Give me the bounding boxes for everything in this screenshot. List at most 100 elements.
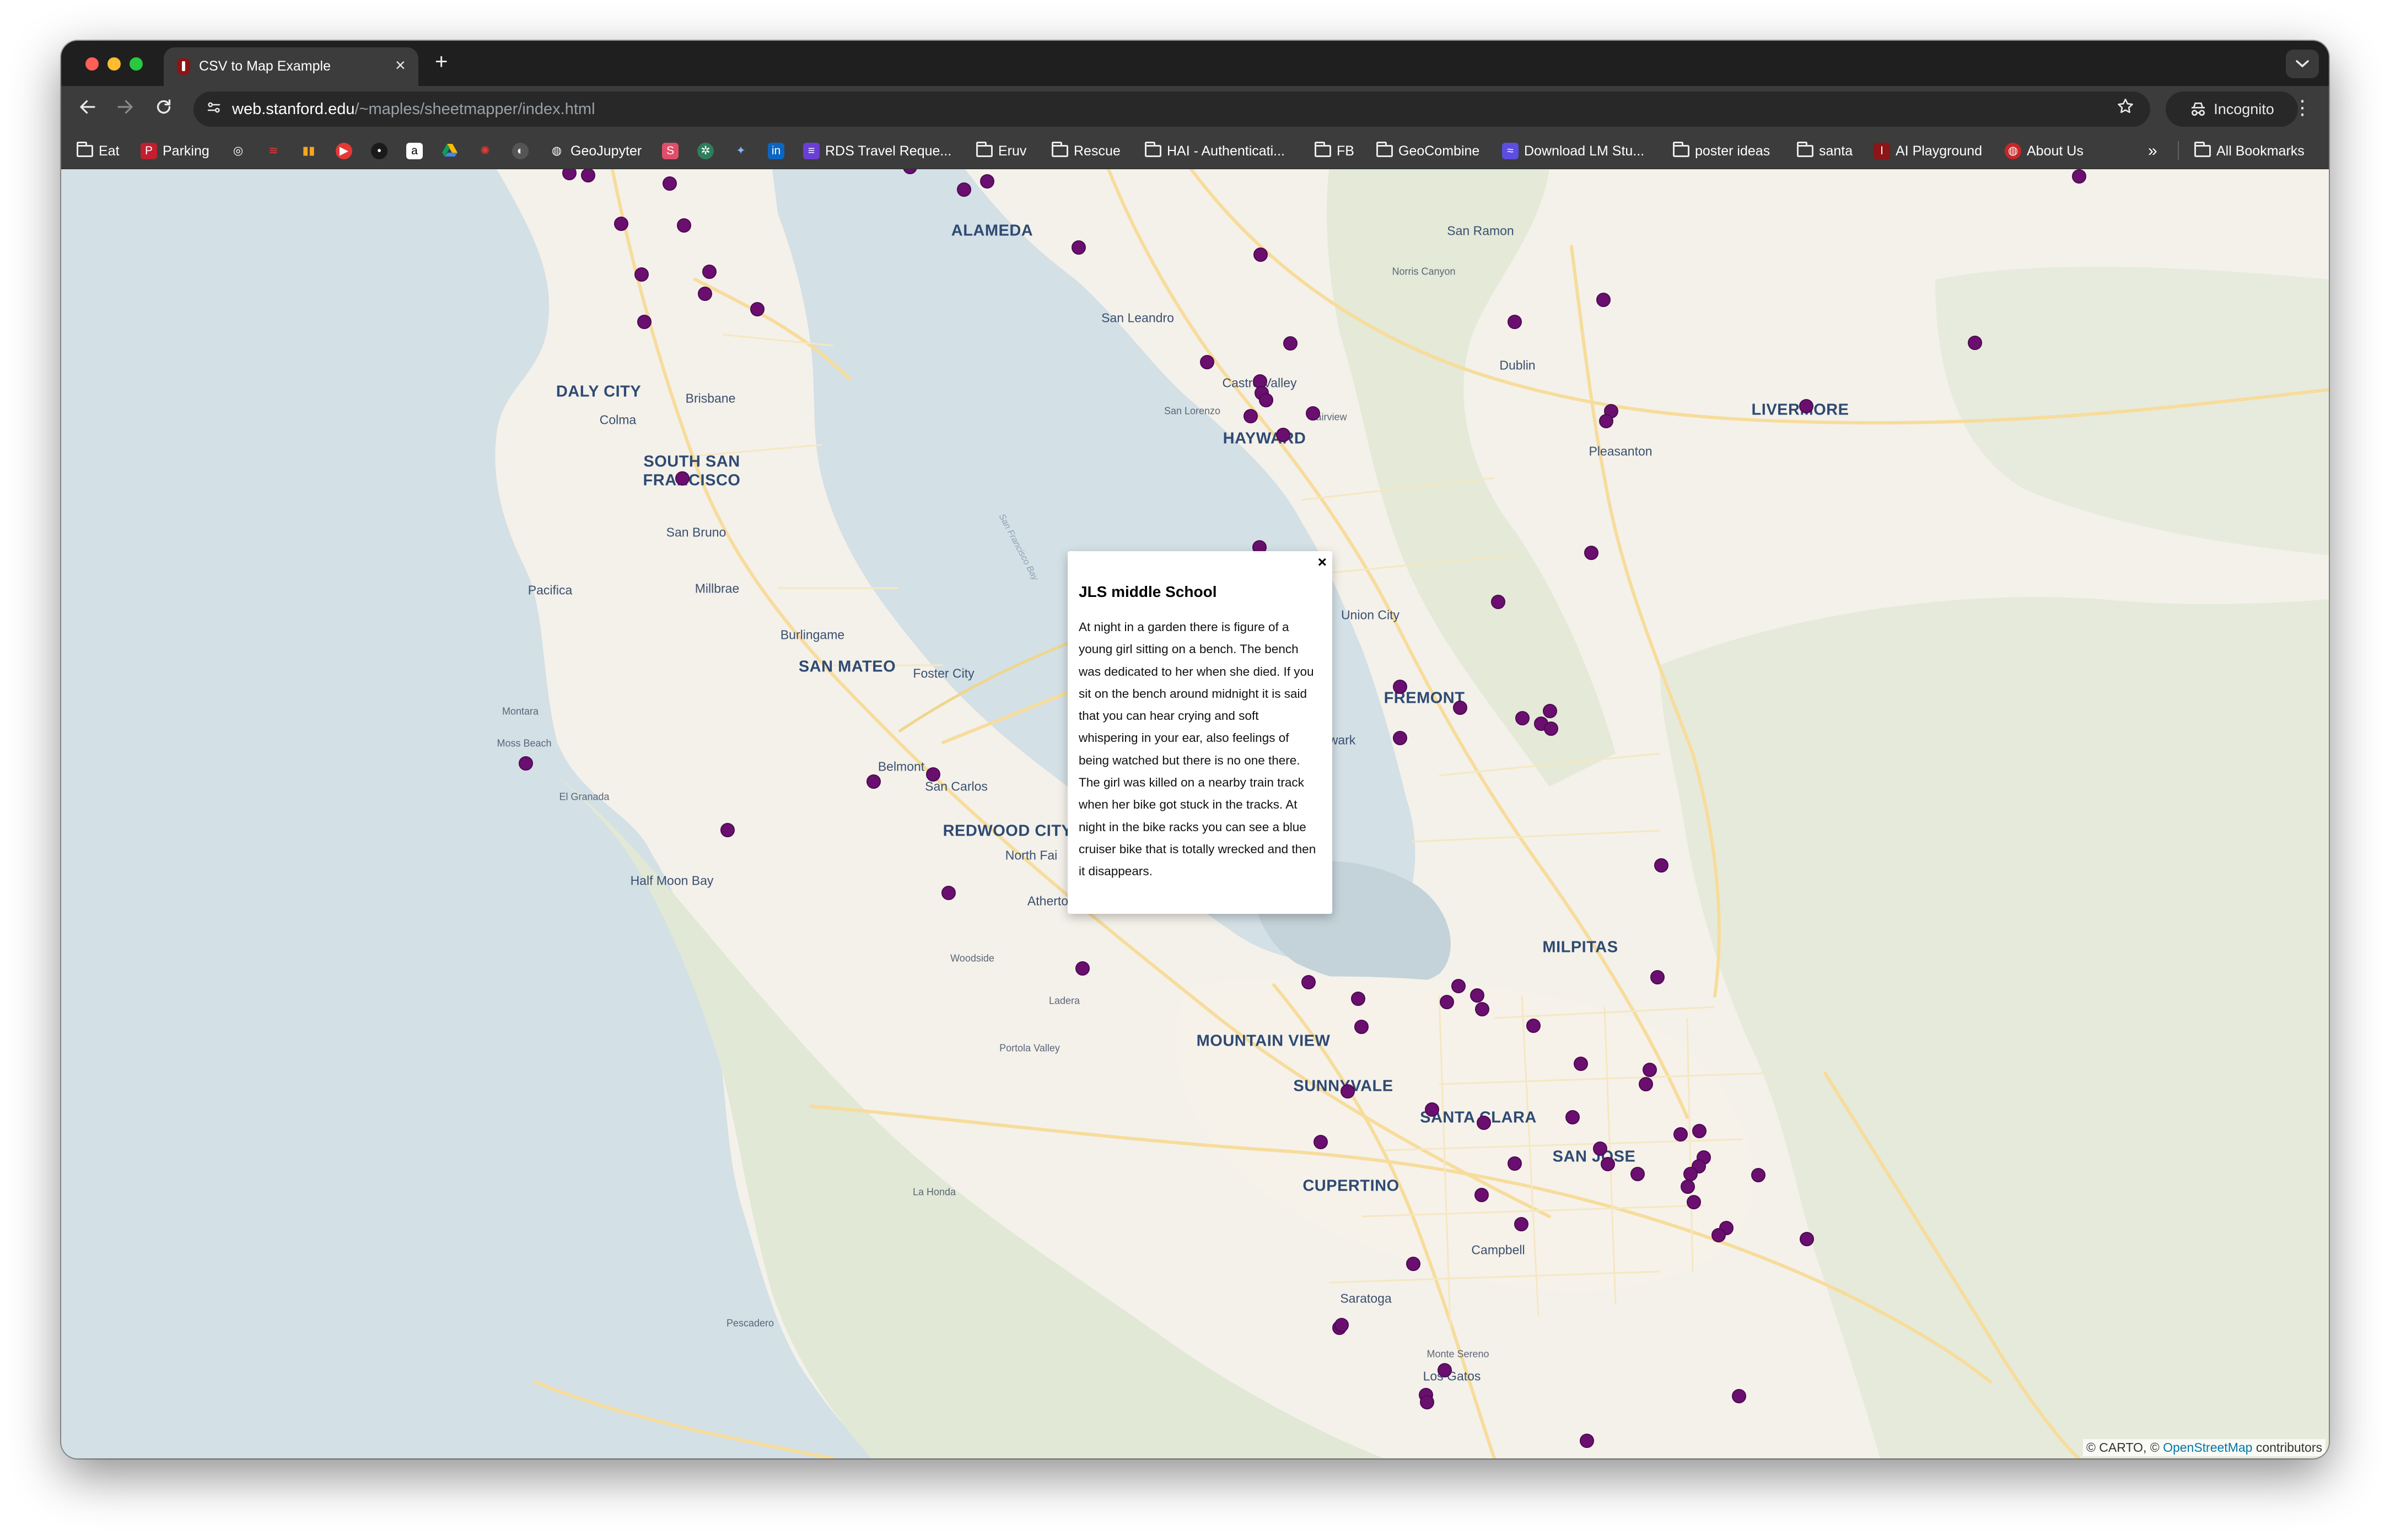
map-marker[interactable] — [1543, 704, 1557, 718]
map-marker[interactable] — [980, 174, 994, 189]
map-marker[interactable] — [1072, 240, 1086, 255]
map-marker[interactable] — [750, 302, 765, 316]
bookmark-star-icon[interactable] — [2116, 97, 2135, 121]
map-marker[interactable] — [1351, 992, 1365, 1006]
bookmark-drive[interactable] — [442, 142, 458, 160]
tab-search-button[interactable] — [2286, 50, 2319, 78]
map-marker[interactable] — [1477, 1116, 1491, 1130]
bookmark-rescue[interactable]: Rescue — [1052, 142, 1121, 160]
bookmark-bars[interactable]: ▮▮ — [300, 142, 317, 160]
map-marker[interactable] — [1420, 1395, 1434, 1409]
map-marker[interactable] — [1639, 1077, 1653, 1091]
map-marker[interactable] — [1354, 1020, 1369, 1034]
map-marker[interactable] — [663, 176, 677, 191]
map-marker[interactable] — [1314, 1135, 1328, 1149]
bookmark-ai-playground[interactable]: Ι AI Playground — [1874, 142, 1982, 160]
map-marker[interactable] — [1253, 247, 1268, 262]
map-marker[interactable] — [1643, 1063, 1657, 1077]
map-marker[interactable] — [866, 774, 881, 789]
map-marker[interactable] — [1692, 1124, 1707, 1138]
map-marker[interactable] — [1515, 711, 1530, 725]
close-window-button[interactable] — [85, 57, 99, 71]
map-marker[interactable] — [1630, 1167, 1645, 1181]
map-marker[interactable] — [519, 756, 533, 771]
bookmark-eruv[interactable]: Eruv — [976, 142, 1026, 160]
bookmark-target[interactable]: ◎ — [230, 142, 246, 160]
minimize-window-button[interactable] — [107, 57, 121, 71]
map-canvas[interactable]: ALAMEDA San Ramon Norris Canyon San Leandro… — [61, 169, 2329, 1458]
map-marker[interactable] — [1799, 399, 1813, 413]
osm-link[interactable]: OpenStreetMap — [2163, 1440, 2252, 1455]
map-marker[interactable] — [1687, 1195, 1701, 1209]
map-marker[interactable] — [1711, 1228, 1726, 1242]
map-marker[interactable] — [1681, 1180, 1695, 1194]
map-marker[interactable] — [1508, 1156, 1522, 1171]
bookmark-santa[interactable]: santa — [1797, 142, 1853, 160]
map-marker[interactable] — [702, 265, 717, 279]
map-marker[interactable] — [1514, 1217, 1528, 1231]
bookmark-linkedin[interactable]: in — [768, 142, 784, 160]
map-marker[interactable] — [1800, 1232, 1814, 1246]
map-marker[interactable] — [1438, 1363, 1452, 1377]
map-marker[interactable] — [1393, 680, 1407, 694]
map-marker[interactable] — [1474, 1188, 1489, 1202]
map-marker[interactable] — [1593, 1141, 1607, 1156]
map-marker[interactable] — [634, 267, 649, 282]
map-marker[interactable] — [1244, 409, 1258, 423]
bookmark-parking[interactable]: P Parking — [141, 142, 209, 160]
map-marker[interactable] — [1425, 1102, 1439, 1117]
map-marker[interactable] — [1453, 701, 1467, 715]
bookmark-hai[interactable]: HAI - Authenticati... — [1145, 142, 1285, 160]
map-marker[interactable] — [677, 218, 691, 233]
browser-menu-icon[interactable]: ⋮ — [2292, 96, 2312, 119]
popup-close-button[interactable]: × — [1318, 553, 1327, 571]
bookmark-lines[interactable]: ≋ — [265, 142, 282, 160]
map-marker[interactable] — [614, 217, 628, 231]
forward-button[interactable] — [115, 97, 135, 122]
bookmark-eat[interactable]: Eat — [77, 142, 120, 160]
bookmark-fb[interactable]: FB — [1315, 142, 1354, 160]
map-marker[interactable] — [1475, 1002, 1489, 1016]
map-marker[interactable] — [1526, 1019, 1541, 1033]
map-marker[interactable] — [1508, 315, 1522, 329]
map-marker[interactable] — [2072, 169, 2086, 184]
back-button[interactable] — [78, 97, 98, 122]
map-marker[interactable] — [1259, 393, 1273, 407]
bookmark-burst[interactable]: ✺ — [477, 142, 493, 160]
map-marker[interactable] — [1601, 1157, 1615, 1171]
address-bar[interactable]: web.stanford.edu/~maples/sheetmapper/ind… — [193, 91, 2150, 127]
map-marker[interactable] — [1306, 406, 1320, 421]
bookmark-s[interactable]: S — [662, 142, 679, 160]
map-marker[interactable] — [926, 767, 940, 782]
map-marker[interactable] — [1440, 995, 1454, 1009]
maximize-window-button[interactable] — [130, 57, 143, 71]
site-info-icon[interactable] — [206, 99, 222, 120]
bookmark-openai[interactable]: ✲ — [697, 142, 714, 160]
map-marker[interactable] — [1393, 731, 1407, 745]
map-marker[interactable] — [1491, 595, 1505, 609]
bookmark-geojupyter[interactable]: ◍ GeoJupyter — [548, 142, 642, 160]
bookmark-rds-travel[interactable]: ≡ RDS Travel Reque... — [803, 142, 951, 160]
bookmark-amazon[interactable]: a — [406, 142, 423, 160]
bookmark-lm-studio[interactable]: ≈ Download LM Stu... — [1502, 142, 1644, 160]
tab-csv-to-map[interactable]: CSV to Map Example × — [164, 47, 418, 86]
map-marker[interactable] — [1596, 293, 1611, 307]
map-marker[interactable] — [1683, 1167, 1698, 1181]
bookmark-geocombine[interactable]: GeoCombine — [1376, 142, 1479, 160]
map-marker[interactable] — [1654, 858, 1668, 873]
map-marker[interactable] — [1200, 355, 1214, 369]
map-marker[interactable] — [1565, 1110, 1580, 1124]
new-tab-button[interactable]: + — [435, 50, 448, 74]
map-marker[interactable] — [1580, 1434, 1594, 1448]
map-marker[interactable] — [941, 886, 956, 900]
map-marker[interactable] — [1301, 975, 1316, 989]
map-marker[interactable] — [1584, 546, 1598, 560]
map-marker[interactable] — [720, 823, 735, 837]
map-marker[interactable] — [1574, 1057, 1588, 1071]
map-marker[interactable] — [1276, 428, 1290, 442]
map-marker[interactable] — [1544, 721, 1558, 736]
url-text[interactable]: web.stanford.edu/~maples/sheetmapper/ind… — [232, 100, 595, 119]
bookmark-puzzle[interactable]: ✦ — [733, 142, 749, 160]
bookmarks-overflow-button[interactable]: » — [2148, 142, 2157, 160]
map-marker[interactable] — [698, 287, 712, 301]
